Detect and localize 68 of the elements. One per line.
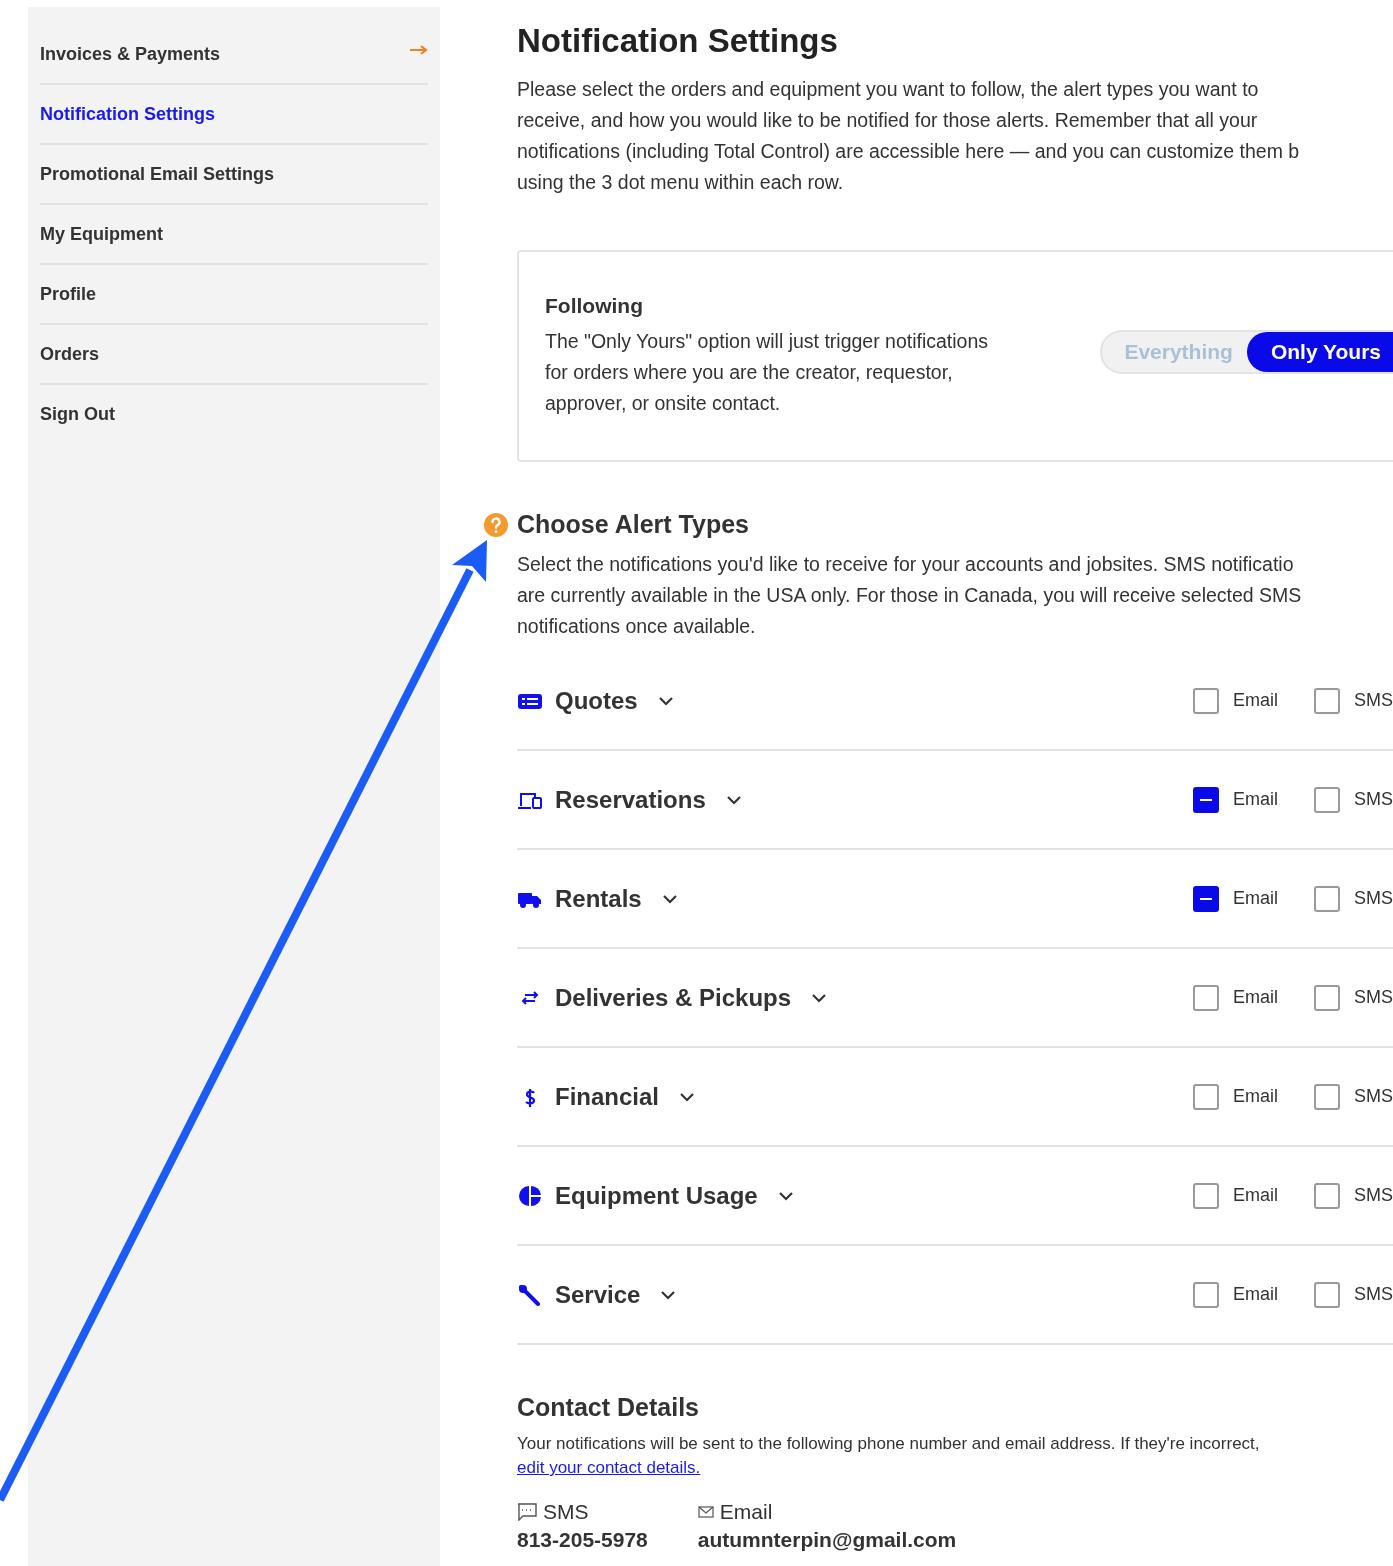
sidebar-link[interactable]: My Equipment — [40, 223, 163, 245]
section-title: Contact Details — [517, 1393, 700, 1422]
checkbox[interactable] — [1314, 885, 1340, 912]
sidebar-link[interactable]: Promotional Email Settings — [40, 163, 275, 185]
checkbox-label: SMS — [1354, 1185, 1393, 1206]
checkbox-label: SMS — [1354, 1086, 1393, 1107]
contact-description: Your notifications will be sent to the following phone number and email address. If they're incorrect, — [517, 1434, 1261, 1454]
section-title: Choose Alert Types — [517, 510, 749, 539]
alert-type-label[interactable]: Deliveries & Pickups — [555, 983, 792, 1012]
pie-chart-icon — [517, 1184, 543, 1207]
intro-text: Please select the orders and equipment you want to follow, the alert types you want to receive, and how you would like to be notified for those alerts. Remember that all your notifications (including Total Control) are accessible here — and you can customize them b using the 3 dot menu within each row. — [517, 77, 1301, 195]
checkbox-label: SMS — [1354, 987, 1393, 1008]
contact-method-label: Email — [719, 1500, 773, 1524]
checkbox-label: SMS — [1354, 888, 1393, 909]
checkbox[interactable] — [1192, 885, 1219, 912]
checkbox[interactable] — [1314, 1281, 1340, 1308]
checkbox[interactable] — [1314, 687, 1340, 714]
toggle-option[interactable]: Only Yours — [1246, 332, 1393, 372]
chevron-down-icon[interactable] — [725, 794, 742, 805]
card-title: Following — [545, 293, 644, 318]
page-title: Notification Settings — [517, 22, 839, 60]
checkbox-label: SMS — [1354, 1284, 1393, 1305]
chevron-down-icon[interactable] — [679, 1091, 696, 1102]
checkbox-label: SMS — [1354, 690, 1393, 711]
chevron-down-icon[interactable] — [777, 1190, 794, 1201]
alert-type-label[interactable]: Financial — [555, 1082, 660, 1111]
envelope-icon — [697, 1506, 714, 1518]
help-icon[interactable] — [483, 511, 509, 538]
checkbox-label: Email — [1232, 1086, 1278, 1107]
checkbox-label: Email — [1232, 789, 1278, 810]
sidebar-link[interactable]: Profile — [40, 283, 96, 305]
edit-contact-link[interactable]: edit your contact details. — [517, 1458, 701, 1478]
contact-value: 813-205-5978 — [517, 1528, 648, 1552]
alert-type-label[interactable]: Rentals — [555, 884, 642, 913]
contact-value: autumnterpin@gmail.com — [697, 1528, 957, 1552]
alert-type-label[interactable]: Equipment Usage — [555, 1181, 758, 1210]
checkbox[interactable] — [1314, 984, 1340, 1011]
checkbox-label: SMS — [1354, 789, 1393, 810]
checkbox-label: Email — [1232, 690, 1278, 711]
checkbox[interactable] — [1314, 786, 1340, 813]
checkbox[interactable] — [1314, 1083, 1340, 1110]
card-description: The "Only Yours" option will just trigger notifications for orders where you are the creator, requestor, approver, or onsite contact. — [545, 328, 989, 416]
chevron-down-icon[interactable] — [660, 1289, 677, 1300]
checkbox[interactable] — [1192, 1083, 1219, 1110]
alert-type-label[interactable]: Service — [555, 1280, 641, 1309]
section-description: Select the notifications you'd like to receive for your accounts and jobsites. SMS notificatio are currently available in the USA only. For those in Canada, you will receive selected SMS notifications once available. — [517, 552, 1303, 639]
checkbox[interactable] — [1192, 1182, 1219, 1209]
wrench-icon — [517, 1283, 543, 1306]
checkbox-label: Email — [1232, 1185, 1278, 1206]
checkbox-label: Email — [1232, 1284, 1278, 1305]
chevron-down-icon[interactable] — [657, 695, 674, 706]
checkbox[interactable] — [1192, 786, 1219, 813]
checkbox[interactable] — [1314, 1182, 1340, 1209]
sidebar-link[interactable]: Sign Out — [40, 403, 115, 425]
chevron-down-icon[interactable] — [811, 992, 828, 1003]
message-icon — [517, 1503, 537, 1521]
checkbox[interactable] — [1192, 687, 1219, 714]
contact-method-label: SMS — [543, 1500, 589, 1524]
alert-type-label[interactable]: Quotes — [555, 686, 638, 715]
alert-type-label[interactable]: Reservations — [555, 785, 706, 814]
checkbox-label: Email — [1232, 987, 1278, 1008]
checkbox[interactable] — [1192, 984, 1219, 1011]
chevron-down-icon[interactable] — [661, 893, 678, 904]
checkbox[interactable] — [1192, 1281, 1219, 1308]
checkbox-label: Email — [1232, 888, 1278, 909]
sidebar-link[interactable]: Invoices & Payments — [40, 43, 221, 65]
sidebar-link[interactable]: Orders — [40, 343, 100, 365]
sidebar-link[interactable]: Notification Settings — [40, 103, 215, 125]
